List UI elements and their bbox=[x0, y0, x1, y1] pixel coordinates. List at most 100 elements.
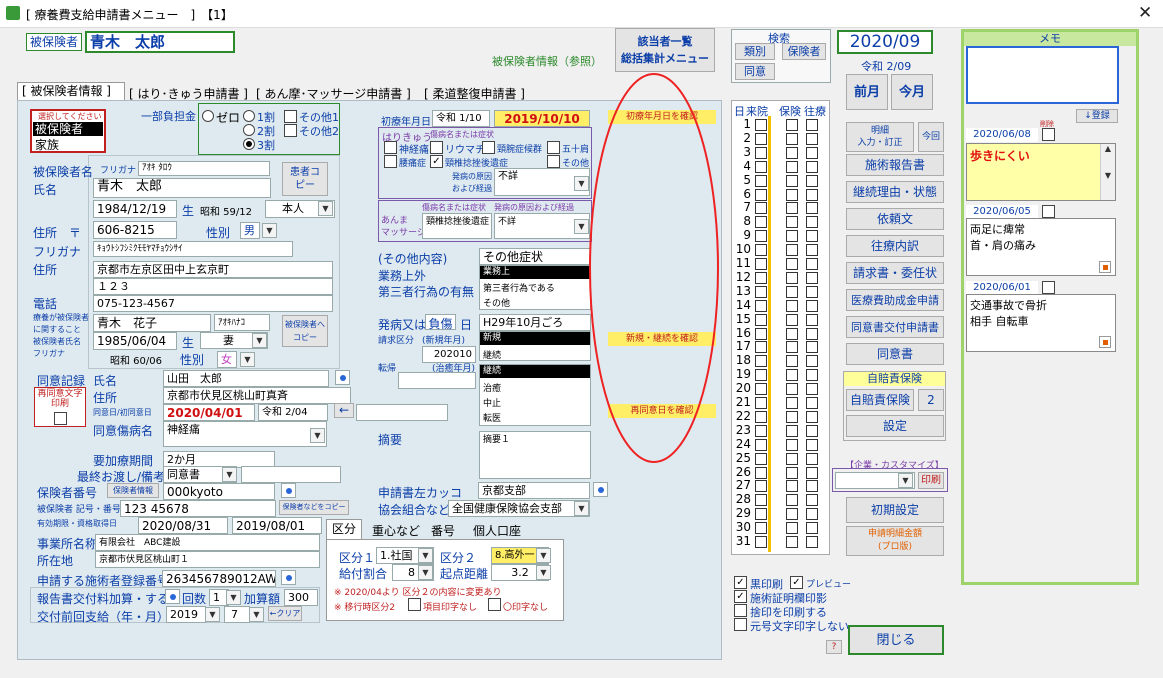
day-trip-checkbox[interactable] bbox=[806, 341, 818, 354]
day-visit-checkbox[interactable] bbox=[755, 438, 767, 451]
seikyu-button[interactable]: 請求書・委任状 bbox=[846, 262, 944, 284]
doisho-kofu-button[interactable]: 同意書交付申請書 bbox=[846, 316, 944, 338]
sonota-field[interactable]: その他症状 bbox=[479, 248, 591, 265]
sejutsu-field[interactable]: 263456789012AW bbox=[162, 570, 276, 587]
memo-scrollbar-1[interactable]: ▲ ▼ bbox=[1100, 144, 1115, 200]
day-trip-checkbox[interactable] bbox=[806, 202, 818, 215]
day-visit-checkbox[interactable] bbox=[755, 424, 767, 437]
day-insurance-checkbox[interactable] bbox=[786, 536, 798, 548]
wari1-radio[interactable] bbox=[243, 110, 255, 122]
memo-delete-checkbox-3[interactable] bbox=[1042, 281, 1055, 294]
day-insurance-checkbox[interactable] bbox=[786, 230, 798, 243]
tekiyo-field[interactable]: 摘要１ bbox=[479, 431, 591, 479]
sejutsu-stamp-checkbox[interactable]: ✓ bbox=[734, 590, 747, 603]
day-trip-checkbox[interactable] bbox=[806, 160, 818, 173]
day-visit-checkbox[interactable] bbox=[755, 160, 767, 173]
sejutsu-dot-button[interactable] bbox=[281, 570, 296, 585]
yotsu-checkbox[interactable] bbox=[384, 155, 397, 168]
doi-extra-field[interactable] bbox=[356, 404, 448, 421]
subtab-bango[interactable]: 番号 bbox=[431, 522, 455, 539]
kazoku-kana-field[interactable]: ｱｵｷﾊﾅｺ bbox=[214, 314, 270, 331]
doi-name-field[interactable]: 山田 太郎 bbox=[163, 370, 329, 387]
kubun2-dropdown-icon[interactable]: ▼ bbox=[536, 548, 551, 563]
sute-stamp-checkbox[interactable] bbox=[734, 604, 747, 617]
saishu-dropdown-icon[interactable]: ▼ bbox=[222, 467, 237, 482]
houkoku-dot-button[interactable] bbox=[165, 589, 180, 604]
tenki-item-3[interactable]: 中止 bbox=[483, 396, 501, 409]
day-visit-checkbox[interactable] bbox=[755, 522, 767, 535]
yuko2-field[interactable]: 2019/08/01 bbox=[232, 517, 322, 534]
shinki-item-2[interactable]: 継続 bbox=[483, 348, 501, 361]
kakko-dot-button[interactable] bbox=[593, 482, 608, 497]
kubun1-dropdown-icon[interactable]: ▼ bbox=[418, 548, 433, 563]
doi-arrow-button[interactable]: ← bbox=[334, 403, 354, 418]
doi-disease-dropdown-icon[interactable]: ▼ bbox=[310, 428, 325, 443]
zenkai-year-field[interactable]: 2019 bbox=[166, 606, 206, 623]
day-visit-checkbox[interactable] bbox=[755, 285, 767, 298]
kazoku-name-field[interactable]: 青木 花子 bbox=[93, 314, 211, 332]
sonota-checkbox[interactable] bbox=[547, 155, 560, 168]
day-visit-checkbox[interactable] bbox=[755, 202, 767, 215]
memo-clear-icon-3[interactable] bbox=[1099, 336, 1111, 348]
day-visit-checkbox[interactable] bbox=[755, 174, 767, 187]
tenki-date-field[interactable] bbox=[398, 372, 476, 389]
day-insurance-checkbox[interactable] bbox=[786, 258, 798, 270]
zenkai-month-field[interactable]: 7 bbox=[224, 606, 250, 623]
subtab-kouza[interactable]: 個人口座 bbox=[473, 522, 521, 539]
day-trip-checkbox[interactable] bbox=[806, 285, 818, 298]
day-visit-checkbox[interactable] bbox=[755, 244, 767, 257]
day-visit-checkbox[interactable] bbox=[755, 119, 767, 131]
memo-delete-checkbox-1[interactable] bbox=[1042, 128, 1055, 141]
day-insurance-checkbox[interactable] bbox=[786, 202, 798, 215]
list-button[interactable]: 該当者一覧 総括集計メニュー bbox=[615, 28, 715, 72]
day-visit-checkbox[interactable] bbox=[755, 410, 767, 423]
shinki-item-1[interactable]: 新規 bbox=[480, 332, 590, 345]
other1-checkbox[interactable] bbox=[284, 110, 297, 123]
kazoku-birth-field[interactable]: 1985/06/04 bbox=[93, 332, 177, 350]
day-trip-checkbox[interactable] bbox=[806, 536, 818, 548]
day-visit-checkbox[interactable] bbox=[755, 452, 767, 465]
search-same-button[interactable]: 同意 bbox=[735, 63, 775, 80]
list-item-insured[interactable]: 被保険者 bbox=[33, 122, 103, 136]
note-a-checkbox[interactable] bbox=[408, 598, 421, 611]
kazoku-rel-dropdown-icon[interactable]: ▼ bbox=[252, 333, 267, 348]
search-insurer-button[interactable]: 保険者 bbox=[782, 43, 826, 60]
day-insurance-checkbox[interactable] bbox=[786, 494, 798, 507]
jibai-settei-button[interactable]: 設定 bbox=[846, 415, 944, 437]
tab-insured-info[interactable]: [ 被保険者情報 ] bbox=[17, 82, 125, 100]
day-trip-checkbox[interactable] bbox=[806, 119, 818, 131]
day-trip-checkbox[interactable] bbox=[806, 244, 818, 257]
zenkai-year-dropdown-icon[interactable]: ▼ bbox=[205, 607, 220, 622]
memo-register-button[interactable]: ↓登録 bbox=[1076, 109, 1118, 123]
name-field[interactable]: 青木 太郎 bbox=[93, 178, 271, 198]
day-insurance-checkbox[interactable] bbox=[786, 383, 798, 396]
reuma-checkbox[interactable] bbox=[430, 141, 443, 154]
day-insurance-checkbox[interactable] bbox=[786, 299, 798, 312]
day-insurance-checkbox[interactable] bbox=[786, 313, 798, 326]
shoken-date-field[interactable]: 2019/10/10 bbox=[494, 110, 590, 127]
day-visit-checkbox[interactable] bbox=[755, 355, 767, 368]
day-insurance-checkbox[interactable] bbox=[786, 132, 798, 145]
list-item-family[interactable]: 家族 bbox=[35, 136, 59, 153]
day-trip-checkbox[interactable] bbox=[806, 271, 818, 284]
day-visit-checkbox[interactable] bbox=[755, 369, 767, 382]
day-insurance-checkbox[interactable] bbox=[786, 522, 798, 535]
kigou-copy-button[interactable]: 保険者などをコピー bbox=[279, 500, 349, 515]
memo-entry-3[interactable]: 交通事故で骨折 相手 自転車 bbox=[966, 294, 1116, 352]
hoken-no-field[interactable]: 000kyoto bbox=[163, 483, 275, 500]
prev-month-button[interactable]: 前月 bbox=[846, 74, 888, 110]
wari3-radio[interactable] bbox=[243, 138, 255, 150]
kigou-field[interactable]: 123 45678 bbox=[120, 500, 276, 517]
day-insurance-checkbox[interactable] bbox=[786, 160, 798, 173]
subtab-kubun[interactable]: 区分 bbox=[326, 519, 362, 539]
day-trip-checkbox[interactable] bbox=[806, 369, 818, 382]
kazoku-sex-dropdown-icon[interactable]: ▼ bbox=[240, 352, 255, 367]
jibai-num-button[interactable]: 2 bbox=[918, 389, 944, 411]
doi-wareki-field[interactable]: 令和 2/04 bbox=[258, 404, 328, 421]
doi-addr-field[interactable]: 京都市伏見区桃山町真斉 bbox=[163, 387, 351, 404]
day-visit-checkbox[interactable] bbox=[755, 313, 767, 326]
kakko-field[interactable]: 京都支部 bbox=[478, 482, 590, 499]
day-insurance-checkbox[interactable] bbox=[786, 244, 798, 257]
close-icon[interactable]: ✕ bbox=[1138, 3, 1152, 23]
hoken-no-dot-button[interactable] bbox=[281, 483, 296, 498]
